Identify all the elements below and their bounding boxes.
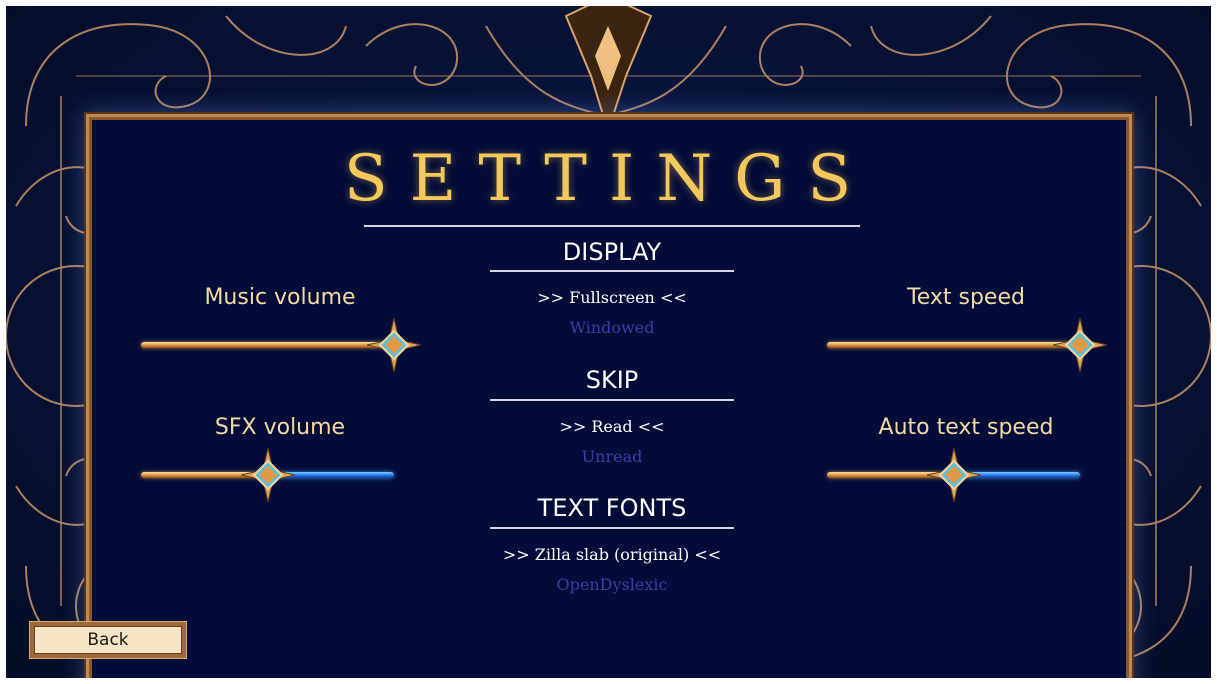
title-divider bbox=[364, 225, 860, 227]
back-button[interactable]: Back bbox=[30, 622, 186, 658]
text-speed-label: Text speed bbox=[907, 285, 1025, 310]
sfx-volume-slider[interactable] bbox=[141, 448, 421, 502]
font-option-selected[interactable]: >> Zilla slab (original) << bbox=[440, 545, 784, 564]
skip-divider bbox=[490, 399, 734, 401]
display-divider bbox=[490, 270, 734, 272]
compass-star-icon[interactable] bbox=[367, 318, 421, 372]
display-heading: DISPLAY bbox=[562, 238, 662, 266]
auto-text-speed-slider[interactable] bbox=[827, 448, 1107, 502]
display-option-selected[interactable]: >> Fullscreen << bbox=[440, 288, 784, 307]
text-speed-slider[interactable] bbox=[827, 318, 1107, 372]
skip-heading: SKIP bbox=[585, 366, 639, 394]
slider-fill bbox=[827, 342, 1080, 348]
back-button-label: Back bbox=[87, 630, 129, 650]
skip-option-selected[interactable]: >> Read << bbox=[440, 417, 784, 436]
music-volume-slider[interactable] bbox=[141, 318, 421, 372]
compass-star-icon[interactable] bbox=[1053, 318, 1107, 372]
compass-star-icon[interactable] bbox=[240, 448, 295, 502]
sfx-volume-label: SFX volume bbox=[214, 415, 346, 440]
skip-option-other[interactable]: Unread bbox=[440, 447, 784, 466]
music-volume-label: Music volume bbox=[204, 285, 356, 310]
auto-text-speed-label: Auto text speed bbox=[878, 415, 1054, 440]
font-option-other[interactable]: OpenDyslexic bbox=[440, 575, 784, 594]
display-option-other[interactable]: Windowed bbox=[440, 318, 784, 337]
slider-fill bbox=[141, 342, 394, 348]
text-fonts-divider bbox=[490, 527, 734, 529]
compass-star-icon[interactable] bbox=[926, 448, 981, 502]
page-title: SETTINGS bbox=[343, 142, 874, 216]
text-fonts-heading: TEXT FONTS bbox=[537, 494, 687, 522]
